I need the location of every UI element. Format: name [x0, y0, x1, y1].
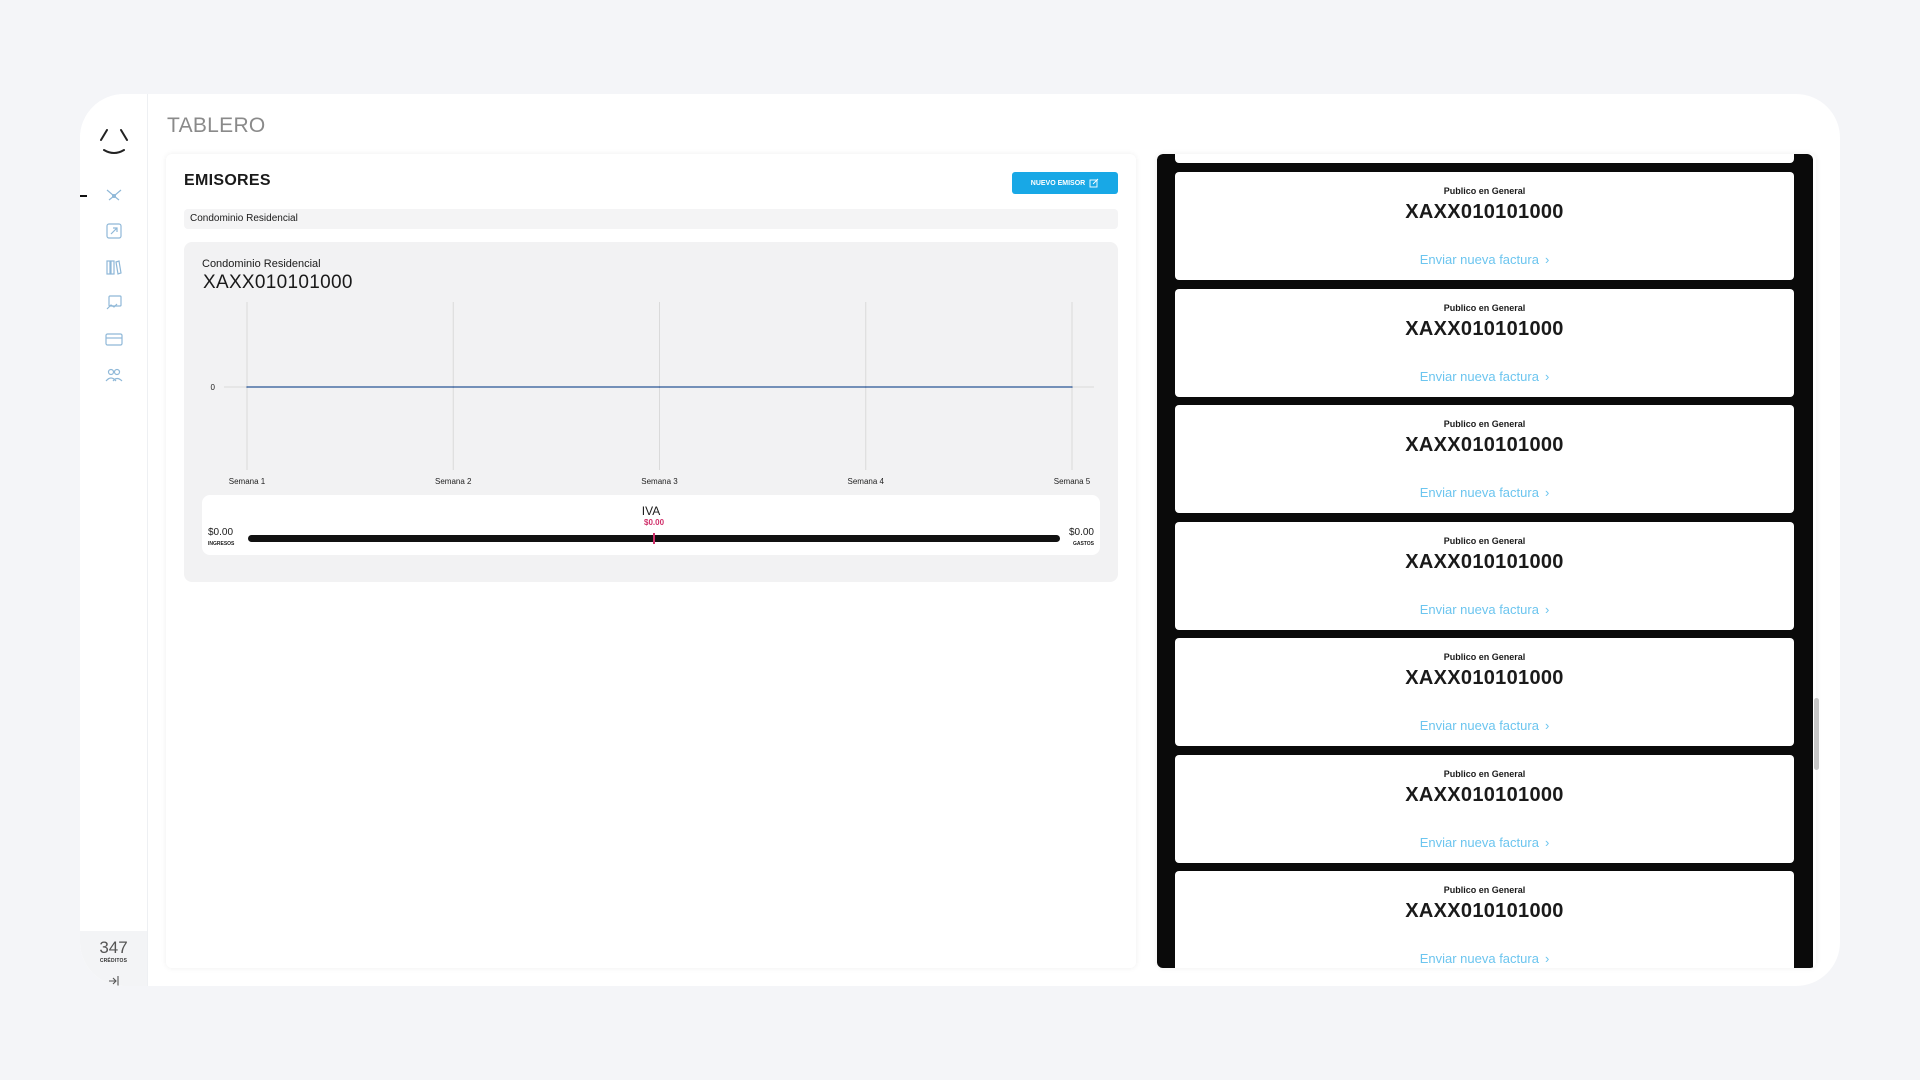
chevron-right-icon: ›: [1544, 252, 1550, 267]
x-tick-label: Semana 3: [641, 477, 678, 486]
send-invoice-label: Enviar nueva factura: [1419, 718, 1539, 733]
dashboard-icon[interactable]: [105, 186, 123, 204]
client-card[interactable]: Publico en General XAXX010101000 Enviar nu…: [1175, 521, 1794, 630]
data-point: [452, 386, 455, 388]
app-window: 347 CRÉDITOS TABLERO EMISORES NUEVO EMIS…: [80, 94, 1840, 986]
client-list: Publico en General XAXX010101000 Enviar nu…: [1157, 154, 1813, 968]
chart-card: Condominio Residencial XAXX010101000 Sem…: [184, 242, 1118, 582]
credits-count: 347: [99, 938, 128, 957]
x-tick-label: Semana 4: [848, 477, 885, 486]
send-invoice-link[interactable]: Enviar nueva factura ›: [1175, 951, 1794, 966]
invoice-icon[interactable]: [105, 294, 123, 312]
emisor-select[interactable]: Condominio Residencial: [184, 209, 1118, 229]
client-card[interactable]: Publico en General XAXX010101000 Enviar nu…: [1175, 754, 1794, 863]
ingresos-value: $0.00: [208, 527, 234, 538]
credits-label: CRÉDITOS: [99, 958, 128, 964]
gastos-value: $0.00: [1068, 527, 1094, 538]
send-invoice-link[interactable]: Enviar nueva factura ›: [1175, 369, 1794, 384]
chevron-right-icon: ›: [1544, 834, 1550, 850]
x-tick-label: Semana 5: [1054, 477, 1091, 486]
line-chart: Semana 1 Semana 2 Semana 3 Semana 4 Semana 5…: [211, 302, 1094, 486]
client-card[interactable]: Publico en General XAXX010101000 Enviar nu…: [1175, 638, 1794, 746]
client-card[interactable]: Publico en General XAXX010101000 Enviar nu…: [1175, 405, 1794, 513]
chevron-right-icon: ›: [1544, 368, 1550, 384]
send-invoice-label: Enviar nueva factura: [1419, 368, 1539, 384]
client-rfc: XAXX010101000: [1405, 783, 1564, 806]
page-title: TABLERO: [167, 114, 266, 137]
x-tick-label: Semana 2: [435, 477, 472, 486]
iva-summary: IVA $0.00 $0.00 INGRESOS $0.00 GASTOS: [202, 495, 1100, 555]
data-point: [658, 386, 661, 388]
client-rfc: XAXX010101000: [1405, 201, 1564, 223]
client-name: Publico en General: [1443, 885, 1526, 895]
client-name: Publico en General: [1443, 419, 1526, 429]
send-invoice-label: Enviar nueva factura: [1419, 252, 1539, 267]
ingresos-label: INGRESOS: [208, 541, 235, 547]
client-rfc: XAXX010101000: [1405, 434, 1564, 456]
send-invoice-link[interactable]: Enviar nueva factura ›: [1175, 835, 1794, 850]
client-name: Publico en General: [1443, 186, 1526, 196]
send-invoice-label: Enviar nueva factura: [1419, 951, 1539, 966]
client-name: Publico en General: [1443, 535, 1526, 546]
send-invoice-link[interactable]: Enviar nueva factura ›: [1175, 602, 1794, 617]
client-name: Publico en General: [1443, 652, 1526, 662]
client-card[interactable]: Publico en General XAXX010101000 Enviar nu…: [1175, 172, 1794, 280]
card-icon[interactable]: [105, 330, 123, 348]
send-invoice-link[interactable]: Enviar nueva factura ›: [1175, 485, 1794, 500]
logout-icon[interactable]: [107, 974, 121, 986]
x-tick-label: Semana 1: [229, 477, 266, 486]
edit-icon: [1089, 178, 1099, 188]
credits-box: 347 CRÉDITOS: [80, 931, 147, 986]
logo-icon[interactable]: [98, 126, 130, 156]
new-emisor-label: NUEVO EMISOR: [1030, 179, 1086, 187]
users-icon[interactable]: [105, 366, 123, 384]
send-invoice-link[interactable]: Enviar nueva factura ›: [1175, 718, 1794, 733]
clientes-panel: Publico en General XAXX010101000 Enviar nu…: [1157, 154, 1816, 968]
send-invoice-label: Enviar nueva factura: [1419, 601, 1539, 617]
gastos-label: GASTOS: [1072, 541, 1094, 547]
send-invoice-label: Enviar nueva factura: [1419, 834, 1539, 850]
data-point: [864, 386, 867, 388]
send-invoice-link[interactable]: Enviar nueva factura ›: [1175, 252, 1794, 267]
client-rfc: XAXX010101000: [1405, 317, 1564, 340]
scrollbar[interactable]: [1814, 698, 1819, 770]
client-rfc: XAXX010101000: [1405, 550, 1564, 573]
new-emisor-button[interactable]: NUEVO EMISOR: [1012, 172, 1118, 194]
client-name: Publico en General: [1443, 768, 1526, 779]
chevron-right-icon: ›: [1544, 951, 1550, 966]
active-nav-marker: [80, 195, 87, 197]
client-rfc: XAXX010101000: [1405, 900, 1564, 922]
client-card[interactable]: Publico en General XAXX010101000 Enviar nu…: [1175, 288, 1794, 397]
library-icon[interactable]: [105, 258, 123, 276]
data-point: [246, 386, 248, 388]
y-tick-label: 0: [211, 383, 216, 392]
send-invoice-label: Enviar nueva factura: [1419, 485, 1539, 500]
sidebar: 347 CRÉDITOS: [80, 94, 148, 986]
chevron-right-icon: ›: [1544, 718, 1550, 733]
client-name: Publico en General: [1443, 302, 1526, 313]
emisores-panel: EMISORES NUEVO EMISOR Condominio Residen…: [166, 154, 1136, 968]
data-point: [1071, 386, 1073, 388]
chevron-right-icon: ›: [1544, 485, 1550, 500]
iva-label: IVA: [641, 504, 661, 518]
export-icon[interactable]: [105, 222, 123, 240]
chevron-right-icon: ›: [1544, 601, 1550, 617]
partial-card: [1175, 154, 1794, 163]
emisores-title: EMISORES: [184, 172, 271, 189]
client-rfc: XAXX010101000: [1405, 667, 1564, 689]
iva-marker: [653, 533, 655, 544]
client-card[interactable]: Publico en General XAXX010101000 Enviar nu…: [1175, 871, 1794, 968]
iva-value: $0.00: [644, 518, 665, 527]
